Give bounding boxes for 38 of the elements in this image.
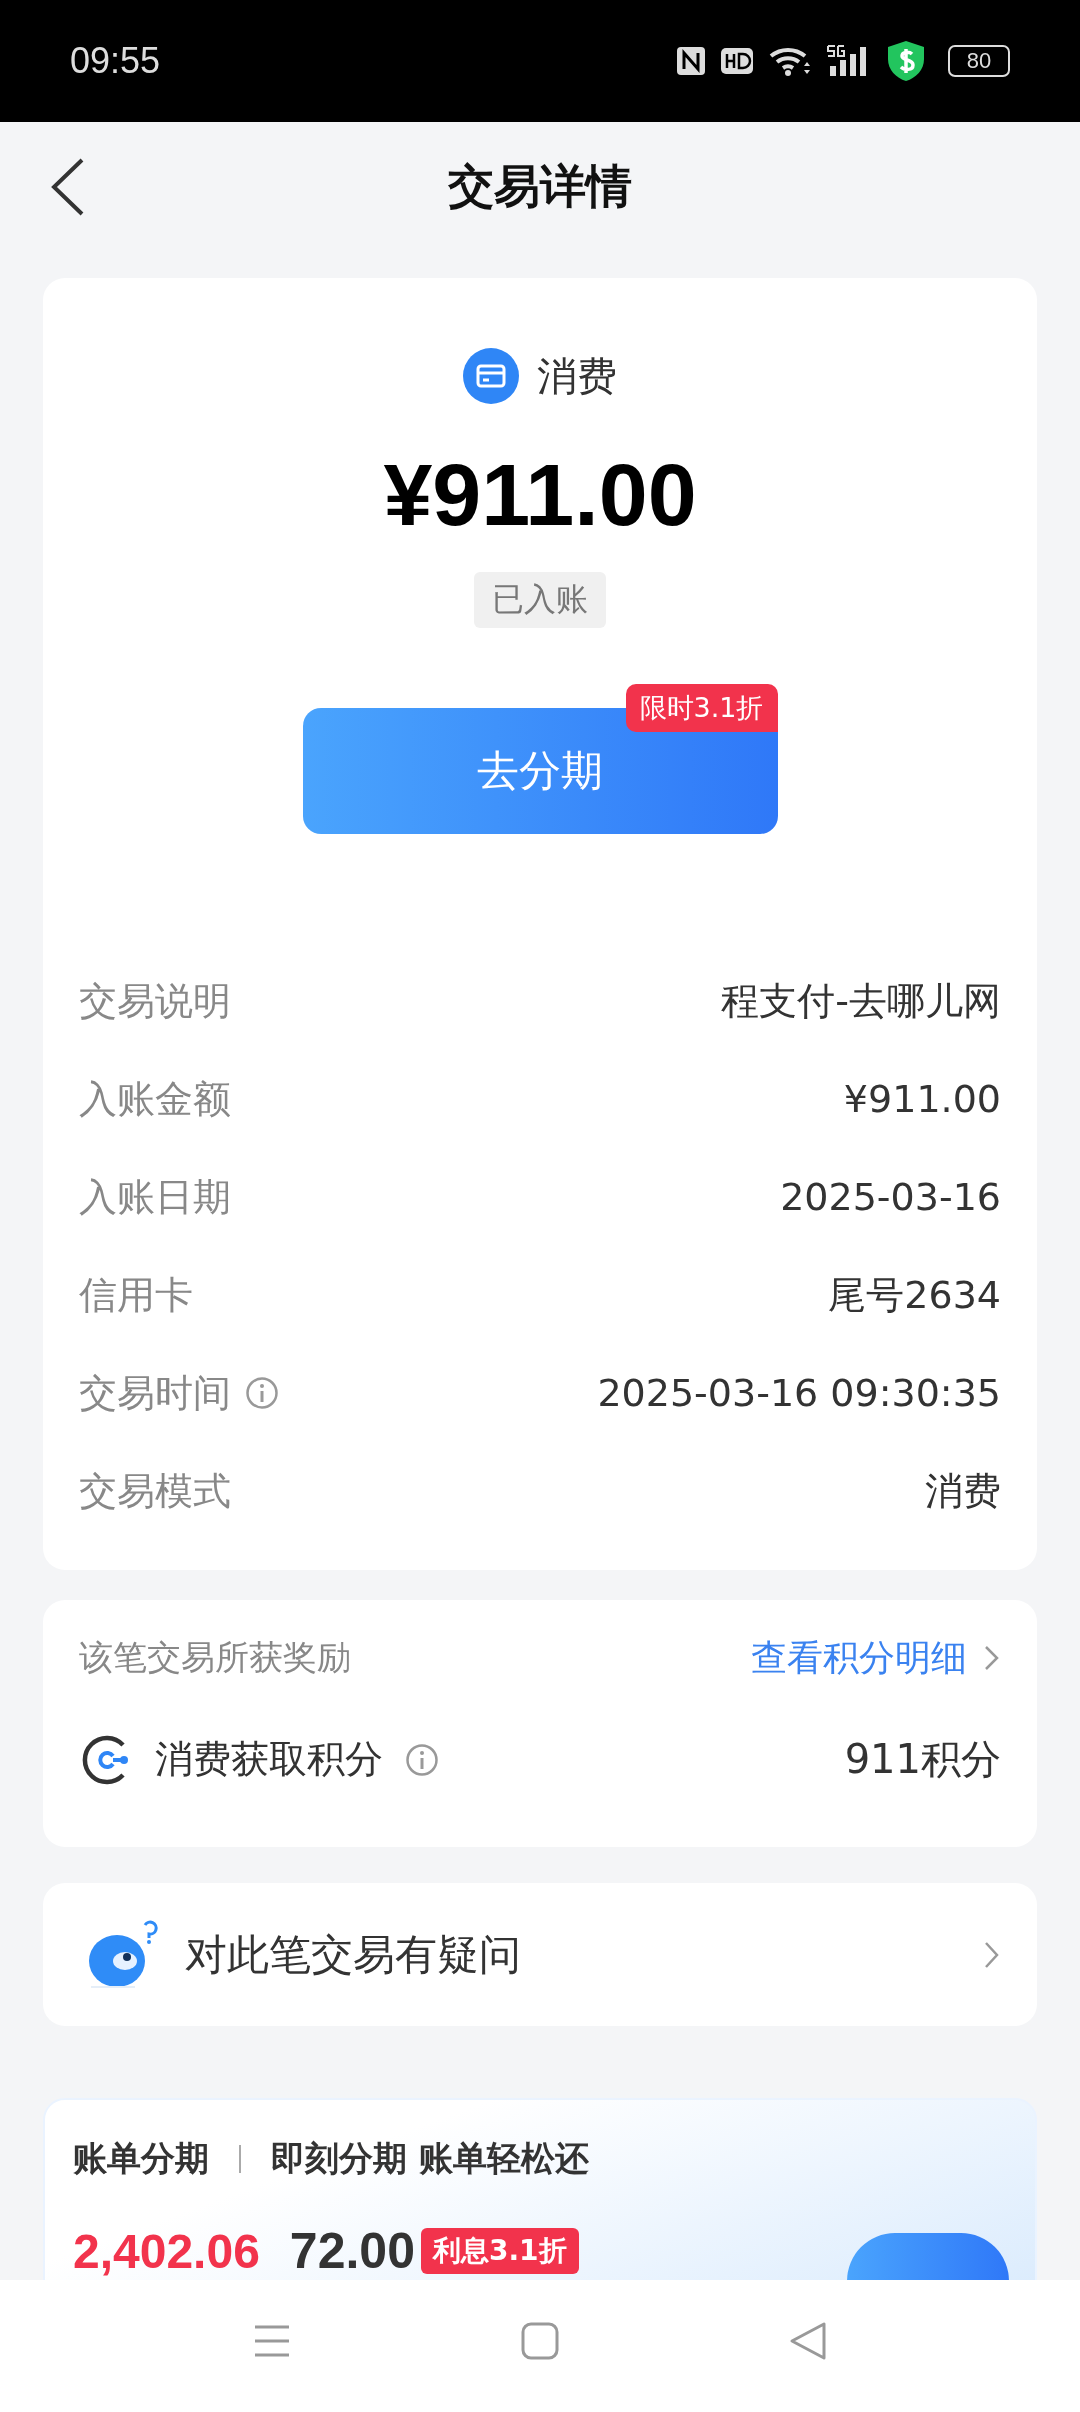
battery-icon: 80	[948, 45, 1010, 77]
detail-label: 交易说明	[79, 977, 231, 1025]
points-detail-link[interactable]: 查看积分明细	[751, 1633, 1001, 1683]
transaction-amount: ¥911.00	[383, 444, 697, 546]
transaction-type: 消费	[537, 351, 617, 401]
chevron-icon	[983, 1644, 1001, 1672]
installment-title: 账单分期	[73, 2137, 209, 2180]
detail-label: 入账日期	[79, 1173, 231, 1221]
interest-amount: 72.00	[289, 2222, 415, 2280]
status-time: 09:55	[70, 40, 161, 82]
discount-badge: 利息3.1折	[420, 2228, 579, 2274]
detail-value: 尾号2634	[828, 1271, 1001, 1319]
installment-subtitle: 即刻分期 账单轻松还	[271, 2137, 589, 2180]
page-title: 交易详情	[448, 158, 632, 215]
nfc-icon	[676, 46, 706, 76]
points-label: 消费获取积分	[155, 1736, 383, 1783]
detail-value: 消费	[925, 1467, 1001, 1515]
detail-value: 程支付-去哪儿网	[721, 977, 1001, 1025]
status-tag: 已入账	[474, 572, 606, 628]
card-icon	[463, 348, 519, 404]
detail-value: 2025-03-16 09:30:35	[597, 1371, 1001, 1415]
question-row[interactable]: 对此笔交易有疑问	[43, 1883, 1037, 2026]
promo-badge: 限时3.1折	[625, 684, 778, 732]
rewards-title: 该笔交易所获奖励	[79, 1636, 351, 1679]
installment-amount: 2,402.06	[73, 2223, 260, 2279]
detail-label: 交易模式	[79, 1467, 231, 1515]
info-icon[interactable]	[405, 1742, 439, 1777]
detail-label: 入账金额	[79, 1075, 231, 1123]
detail-value: 2025-03-16	[780, 1175, 1001, 1219]
question-label: 对此笔交易有疑问	[185, 1928, 522, 1981]
shield-icon	[886, 40, 926, 82]
points-value: 911积分	[844, 1735, 1001, 1784]
home-icon[interactable]	[520, 2321, 560, 2361]
hd-icon	[720, 47, 754, 75]
info-icon[interactable]	[245, 1376, 279, 1410]
detail-label: 信用卡	[79, 1271, 193, 1319]
detail-label: 交易时间	[79, 1369, 231, 1417]
detail-value: ¥911.00	[843, 1077, 1001, 1121]
